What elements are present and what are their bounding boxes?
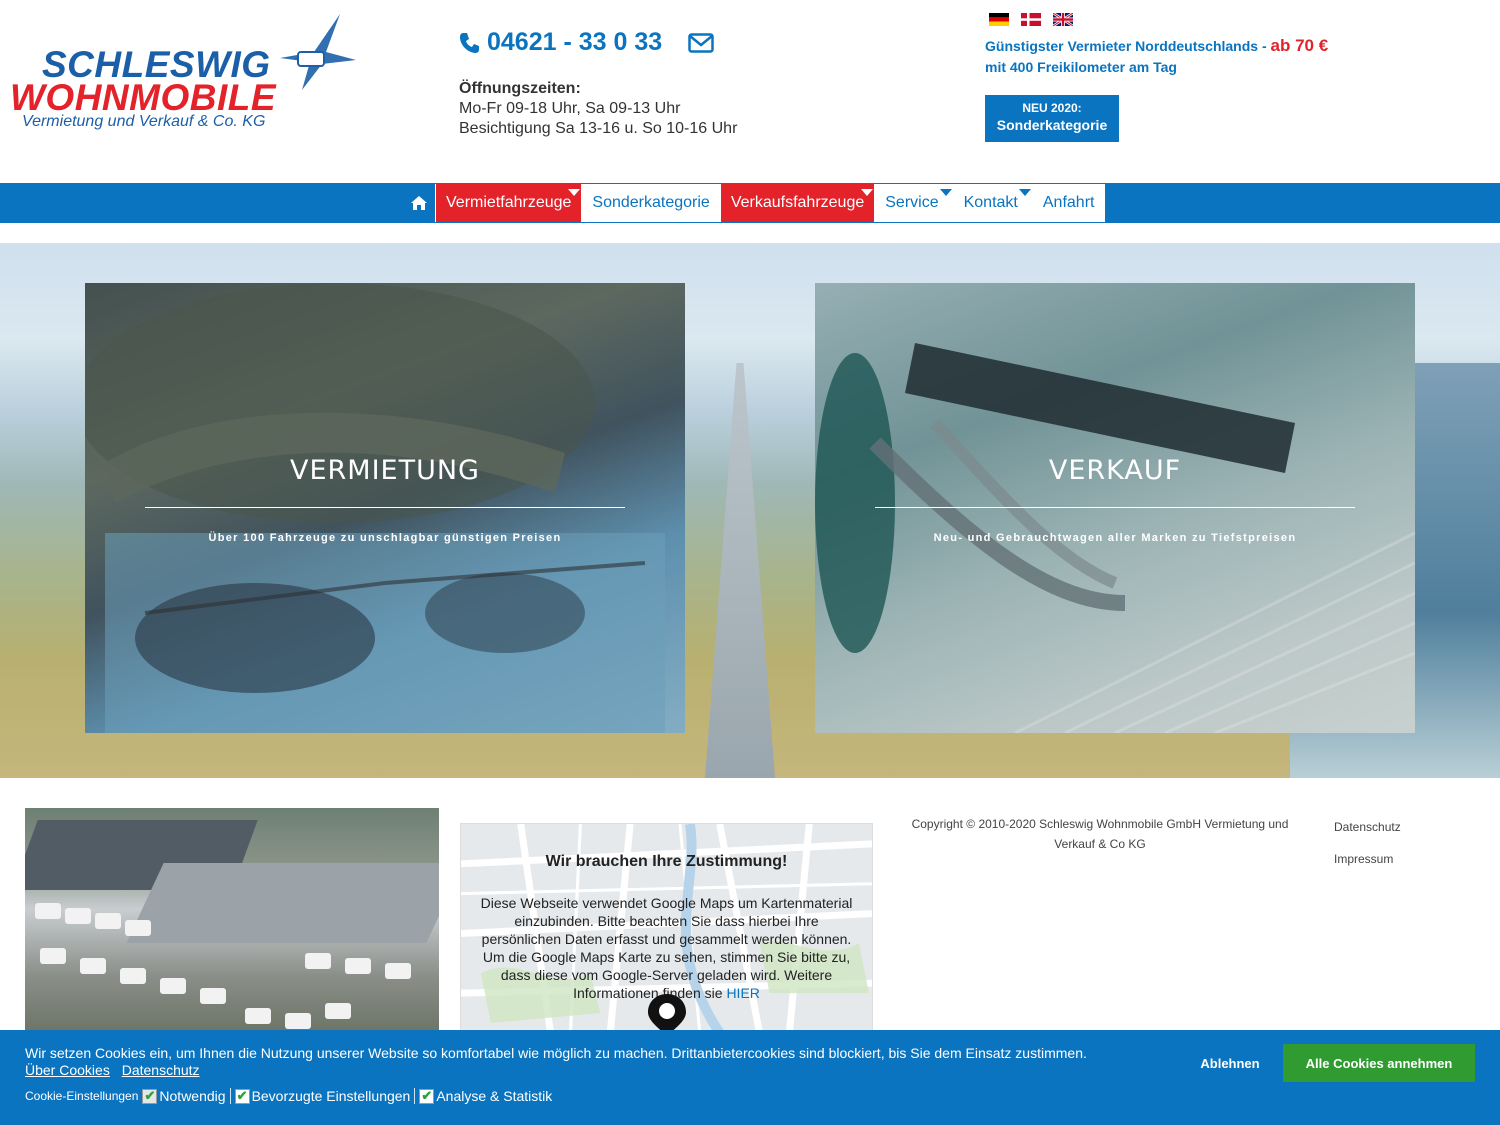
dropdown-caret-icon [939, 189, 952, 196]
opening-hours: Öffnungszeiten: Mo-Fr 09-18 Uhr, Sa 09-1… [459, 79, 737, 139]
checkbox-checked-icon: ✔ [142, 1088, 158, 1104]
flag-de-icon[interactable] [989, 13, 1009, 26]
promo-price: ab 70 € [1270, 36, 1329, 55]
cookie-link-about[interactable]: Über Cookies [25, 1062, 110, 1078]
company-building-image [25, 808, 439, 1033]
rental-card-subtitle: Über 100 Fahrzeuge zu unschlagbar günsti… [208, 532, 562, 544]
site-header: SCHLESWIG WOHNMOBILE Vermietung und Verk… [0, 0, 1500, 183]
special-category-button[interactable]: NEU 2020: Sonderkategorie [985, 95, 1119, 142]
dropdown-caret-icon [568, 189, 581, 196]
dropdown-caret-icon [861, 189, 874, 196]
special-category-button-bottom: Sonderkategorie [996, 117, 1108, 133]
cookie-decline-button[interactable]: Ablehnen [1186, 1044, 1274, 1082]
nav-vermietfahrzeuge[interactable]: Vermietfahrzeuge [436, 184, 583, 222]
map-consent-text: Diese Webseite verwendet Google Maps um … [475, 894, 858, 1002]
main-navigation: Vermietfahrzeuge Sonderkategorie Verkauf… [0, 183, 1500, 223]
cookie-settings: Cookie-Einstellungen ✔ Notwendig ✔ Bevor… [25, 1088, 552, 1104]
mail-icon[interactable] [688, 32, 714, 53]
nav-label: Sonderkategorie [592, 194, 710, 211]
cookie-message: Wir setzen Cookies ein, um Ihnen die Nut… [25, 1045, 1087, 1061]
checkbox-checked-icon: ✔ [234, 1088, 250, 1104]
nav-home[interactable] [402, 184, 436, 222]
map-pin-icon [648, 994, 686, 1032]
copyright-text: Copyright © 2010-2020 Schleswig Wohnmobi… [911, 817, 1289, 851]
footer-links: Datenschutz Impressum [1334, 820, 1401, 884]
checkbox-checked-icon: ✔ [419, 1088, 435, 1104]
map-consent-description: Diese Webseite verwendet Google Maps um … [480, 895, 853, 1001]
nav-label: Service [885, 194, 939, 211]
footer-link-datenschutz[interactable]: Datenschutz [1334, 820, 1401, 852]
flag-en-icon[interactable] [1053, 13, 1073, 26]
home-icon [410, 196, 427, 210]
footer-link-impressum[interactable]: Impressum [1334, 852, 1401, 884]
promo-text: Günstigster Vermieter Norddeutschlands -… [985, 35, 1328, 78]
contact-block: 04621 - 33 0 33 [459, 28, 714, 57]
nav-service[interactable]: Service [875, 184, 954, 222]
cookie-link-privacy[interactable]: Datenschutz [122, 1062, 200, 1078]
cookie-banner: Wir setzen Cookies ein, um Ihnen die Nut… [0, 1030, 1500, 1125]
flag-da-icon[interactable] [1021, 13, 1041, 26]
google-maps-consent: Wir brauchen Ihre Zustimmung! Diese Webs… [460, 823, 873, 1033]
nav-label: Kontakt [963, 194, 1018, 211]
language-switcher [989, 13, 1073, 26]
special-category-button-top: NEU 2020: [1022, 101, 1082, 115]
cookie-option-label: Analyse & Statistik [436, 1088, 553, 1104]
cookie-option-necessary[interactable]: ✔ Notwendig [142, 1088, 226, 1104]
cookie-option-preferences[interactable]: ✔ Bevorzugte Einstellungen [229, 1088, 411, 1104]
site-logo[interactable]: SCHLESWIG WOHNMOBILE Vermietung und Verk… [8, 12, 356, 132]
cookie-settings-label: Cookie-Einstellungen [25, 1089, 139, 1103]
nav-sonderkategorie[interactable]: Sonderkategorie [582, 184, 721, 222]
map-consent-title: Wir brauchen Ihre Zustimmung! [545, 853, 788, 870]
cookie-option-label: Bevorzugte Einstellungen [251, 1088, 411, 1104]
rental-card-title: VERMIETUNG [290, 455, 480, 486]
nav-kontakt[interactable]: Kontakt [953, 184, 1033, 222]
sales-card-divider [875, 507, 1355, 508]
sales-card-subtitle: Neu- und Gebrauchtwagen aller Marken zu … [933, 532, 1297, 544]
opening-hours-line-2: Besichtigung Sa 13-16 u. So 10-16 Uhr [459, 120, 738, 137]
hero-road-background [705, 363, 775, 778]
hero-banner: VERMIETUNG Über 100 Fahrzeuge zu unschla… [0, 243, 1500, 778]
nav-verkaufsfahrzeuge[interactable]: Verkaufsfahrzeuge [720, 184, 876, 222]
sales-card[interactable]: VERKAUF Neu- und Gebrauchtwagen aller Ma… [815, 283, 1415, 733]
cookie-links: Über Cookies Datenschutz [25, 1062, 208, 1078]
nav-anfahrt[interactable]: Anfahrt [1032, 184, 1106, 222]
rental-card[interactable]: VERMIETUNG Über 100 Fahrzeuge zu unschla… [85, 283, 685, 733]
promo-line-2: mit 400 Freikilometer am Tag [985, 59, 1177, 75]
phone-icon [460, 32, 479, 53]
rental-card-divider [145, 507, 625, 508]
cookie-option-statistics[interactable]: ✔ Analyse & Statistik [414, 1088, 552, 1104]
opening-hours-line-1: Mo-Fr 09-18 Uhr, Sa 09-13 Uhr [459, 100, 681, 117]
cookie-option-label: Notwendig [159, 1088, 226, 1104]
sales-card-title: VERKAUF [1048, 455, 1182, 486]
dropdown-caret-icon [1018, 189, 1031, 196]
nav-label: Verkaufsfahrzeuge [730, 194, 865, 211]
cookie-accept-all-button[interactable]: Alle Cookies annehmen [1283, 1044, 1475, 1082]
logo-star-icon [280, 14, 356, 90]
logo-line-3: Vermietung und Verkauf & Co. KG [22, 113, 266, 130]
phone-number[interactable]: 04621 - 33 0 33 [487, 28, 662, 57]
opening-hours-title: Öffnungszeiten: [459, 80, 581, 97]
promo-line-1: Günstigster Vermieter Norddeutschlands - [985, 38, 1267, 54]
map-consent-link[interactable]: HIER [726, 985, 759, 1001]
nav-label: Vermietfahrzeuge [446, 194, 572, 211]
nav-label: Anfahrt [1042, 194, 1095, 211]
